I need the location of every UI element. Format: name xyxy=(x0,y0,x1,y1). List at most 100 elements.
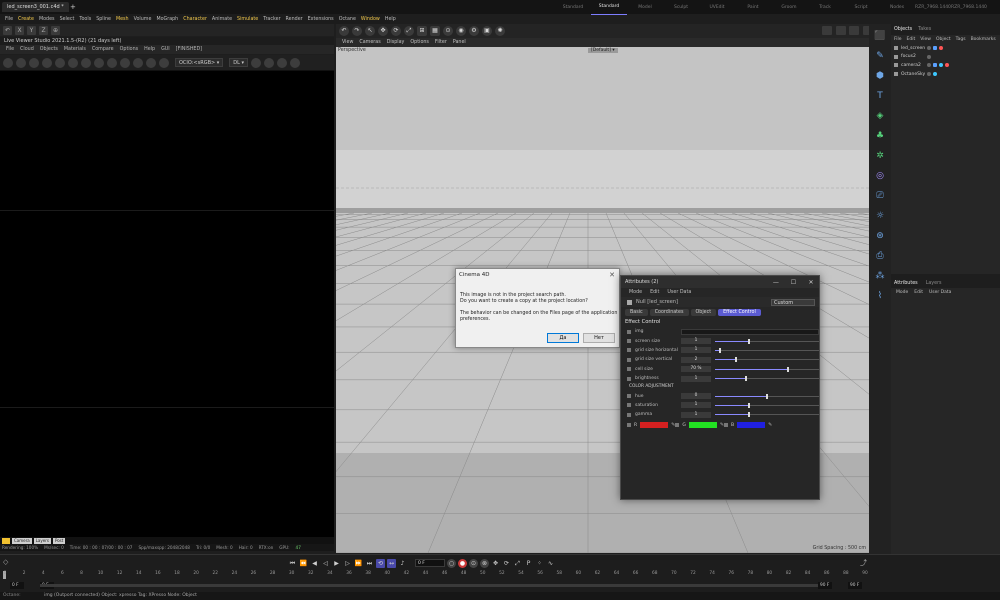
menu-modes[interactable]: Modes xyxy=(39,17,55,22)
param-value[interactable]: 0 xyxy=(681,393,711,400)
object-item-focus2[interactable]: focus2 xyxy=(891,53,1000,62)
animate-toggle-icon[interactable] xyxy=(627,403,631,408)
img-link-field[interactable] xyxy=(681,328,819,335)
object-tag-icon[interactable] xyxy=(933,46,937,51)
render-view-icon[interactable]: ◉ xyxy=(456,26,466,36)
key-all-icon[interactable]: ⊗ xyxy=(480,558,489,568)
current-frame-field[interactable]: 0 F xyxy=(415,559,445,567)
layout-tab-script[interactable]: Script xyxy=(843,1,879,15)
objects-menu-tags[interactable]: Tags xyxy=(956,37,966,42)
animate-toggle-icon[interactable] xyxy=(675,423,680,428)
lv-menu-gui[interactable]: GUI xyxy=(161,47,170,52)
objects-menu-file[interactable]: File xyxy=(894,37,902,42)
interpolation-icon[interactable]: ∿ xyxy=(546,559,555,568)
param-value[interactable]: 1 xyxy=(681,411,711,418)
undo-icon[interactable]: ↶ xyxy=(3,25,12,35)
redo-icon[interactable]: ↷ xyxy=(352,26,362,36)
object-tag-icon[interactable] xyxy=(927,46,931,51)
slider-handle[interactable] xyxy=(748,338,751,344)
pos-key-icon[interactable]: ✥ xyxy=(491,559,500,568)
yes-button[interactable]: Да xyxy=(547,333,579,343)
menu-spline[interactable]: Spline xyxy=(96,17,111,22)
field-icon[interactable]: ◎ xyxy=(872,168,888,184)
key-selection-icon[interactable]: ⊙ xyxy=(469,558,478,568)
light-icon[interactable]: ✺ xyxy=(495,26,505,36)
slider-handle[interactable] xyxy=(766,393,768,399)
next-frame-icon[interactable]: ▷ xyxy=(343,559,352,568)
lv-menu-compare[interactable]: Compare xyxy=(92,47,114,52)
lv-tag-camera[interactable]: Camera xyxy=(12,537,32,544)
menu-simulate[interactable]: Simulate xyxy=(237,17,258,22)
object-tag-icon[interactable] xyxy=(927,63,931,68)
object-tag-icon[interactable] xyxy=(927,54,931,59)
slider-handle[interactable] xyxy=(734,357,737,363)
start-frame-field[interactable]: 0 F xyxy=(10,582,24,589)
object-item-camera2[interactable]: camera2 xyxy=(891,61,1000,70)
render-target-icon[interactable] xyxy=(133,57,143,68)
layout-tab-standard[interactable]: Standard xyxy=(555,1,591,15)
viewport-menu-panel[interactable]: Panel xyxy=(453,40,466,45)
layout-tab-model[interactable]: Model xyxy=(627,1,663,15)
camera-select[interactable]: [Default] ▾ xyxy=(588,48,618,53)
menu-mograph[interactable]: MoGraph xyxy=(156,17,178,22)
cube-icon[interactable]: ⬛ xyxy=(872,28,888,44)
animate-toggle-icon[interactable] xyxy=(627,329,631,334)
menu-help[interactable]: Help xyxy=(385,17,396,22)
objects-menu-edit[interactable]: Edit xyxy=(907,37,916,42)
zoom-icon[interactable] xyxy=(290,57,301,68)
move-icon[interactable]: ✥ xyxy=(378,26,388,36)
camera-icon[interactable] xyxy=(277,57,288,68)
lv-tag-main[interactable] xyxy=(2,537,10,544)
scene-icon[interactable]: ⊛ xyxy=(872,228,888,244)
focus-pick-icon[interactable] xyxy=(81,57,91,68)
deformer-icon[interactable]: ◈ xyxy=(872,108,888,124)
menu-create[interactable]: Create xyxy=(18,17,34,22)
param-value[interactable]: 1 xyxy=(681,375,711,382)
color-swatch-r[interactable] xyxy=(640,422,669,429)
play-icon[interactable]: ▶ xyxy=(332,559,341,568)
param-slider[interactable] xyxy=(715,357,819,363)
layout-view-button[interactable] xyxy=(835,26,846,35)
lv-menu-materials[interactable]: Materials xyxy=(64,47,86,52)
menu-tracker[interactable]: Tracker xyxy=(263,17,280,22)
object-tag-icon[interactable] xyxy=(945,63,949,68)
scale-key-icon[interactable]: ⤢ xyxy=(513,559,522,568)
animate-toggle-icon[interactable] xyxy=(627,348,631,353)
fit-icon[interactable] xyxy=(251,57,262,68)
param-value[interactable]: 1 xyxy=(681,402,711,409)
layout-tab-nodes[interactable]: Nodes xyxy=(879,1,915,15)
viewport-menu-options[interactable]: Options xyxy=(410,40,429,45)
param-slider[interactable] xyxy=(715,412,819,418)
param-key-icon[interactable]: P xyxy=(524,559,533,568)
live-viewer-canvas[interactable] xyxy=(0,71,334,537)
attributes-panel-tab-layers[interactable]: Layers xyxy=(926,281,942,286)
viewport-menu-view[interactable]: View xyxy=(342,40,353,45)
lv-menu-file[interactable]: File xyxy=(6,47,14,52)
go-start-icon[interactable]: ⏮ xyxy=(288,559,297,568)
no-button[interactable]: Нет xyxy=(583,333,615,343)
layout-tab-uvedit[interactable]: UVEdit xyxy=(699,1,735,15)
axis-icon[interactable]: ⊙ xyxy=(443,26,453,36)
animate-toggle-icon[interactable] xyxy=(627,423,631,428)
color-swatch-b[interactable] xyxy=(737,422,766,429)
lock-icon[interactable] xyxy=(68,57,78,68)
prev-frame-icon[interactable]: ◀ xyxy=(310,559,319,568)
render-stop-icon[interactable] xyxy=(42,57,52,68)
end-frame-field[interactable]: 90 F xyxy=(848,582,862,589)
undo-icon[interactable]: ↶ xyxy=(339,26,349,36)
render-settings-icon[interactable]: ⚙ xyxy=(469,26,479,36)
layout-tab-rzr-7968-1440-arrows-layout[interactable]: RZR_7968.1440_arrows_layout xyxy=(951,1,987,15)
go-end-icon[interactable]: ⏭ xyxy=(365,559,374,568)
layout-tab-groom[interactable]: Groom xyxy=(771,1,807,15)
keyframe-icon[interactable]: ◇ xyxy=(3,558,8,566)
object-tag-icon[interactable] xyxy=(927,72,931,77)
maximize-icon[interactable]: ☐ xyxy=(785,279,801,286)
pen-icon[interactable]: ✎ xyxy=(872,48,888,64)
coordinate-system-icon[interactable]: ⊕ xyxy=(51,25,60,35)
camera-rig-icon[interactable]: ⎙ xyxy=(872,248,888,264)
tab-basic[interactable]: Basic xyxy=(625,309,648,316)
paint-icon[interactable]: ⌇ xyxy=(872,288,888,304)
settings-icon[interactable] xyxy=(120,57,130,68)
render-pause-icon[interactable] xyxy=(29,57,39,68)
attr-menu-edit[interactable]: Edit xyxy=(650,290,659,295)
